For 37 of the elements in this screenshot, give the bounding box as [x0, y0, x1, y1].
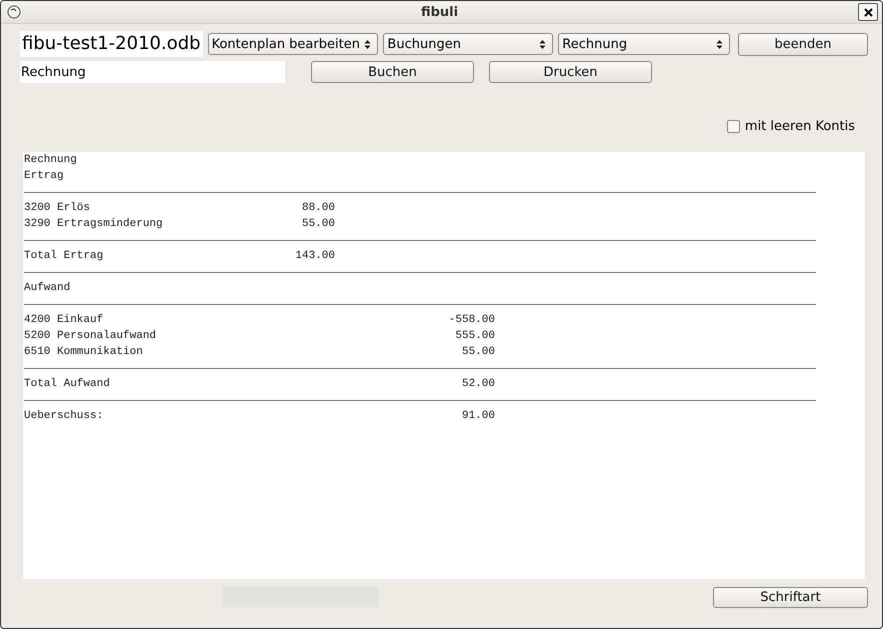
spinner-arrows-icon [539, 38, 546, 50]
account-label: Ueberschuss: [24, 409, 104, 424]
account-label: Total Aufwand [24, 377, 111, 392]
dropdown[interactable]: Rechnung [558, 33, 730, 55]
dropdown[interactable]: Buchungen [383, 33, 554, 55]
spinner-arrows-icon [716, 38, 724, 50]
window-title: fibuli [420, 4, 460, 20]
input-field[interactable]: Rechnung [20, 61, 285, 83]
account-label: 3200 Erlös [24, 201, 92, 216]
account-label: 5200 Personalaufwand [24, 329, 158, 344]
file-name: fibu-test1-2010.odb [20, 31, 203, 57]
close-button[interactable] [858, 3, 878, 21]
report-heading: Rechnung [24, 153, 77, 168]
quit-button[interactable]: beenden [738, 32, 868, 56]
font-button[interactable]: Schriftart [713, 586, 868, 608]
amount: -558.00 [448, 314, 495, 326]
dropdown[interactable]: Kontenplan bearbeiten [208, 33, 378, 55]
close-icon [864, 8, 872, 16]
action-button[interactable]: Buchen [311, 61, 474, 83]
report-heading: Ertrag [24, 169, 64, 184]
amount: 52.00 [462, 378, 495, 390]
account-label: 3290 Ertragsminderung [24, 217, 164, 232]
report-heading: Aufwand [24, 281, 70, 296]
checkbox[interactable] [726, 120, 740, 133]
account-label: 6510 Kommunikation [24, 345, 144, 360]
amount: 55.00 [462, 346, 495, 358]
account-label: 4200 Einkauf [24, 313, 104, 328]
amount: 555.00 [455, 330, 495, 342]
amount: 143.00 [295, 250, 335, 262]
window-menu-icon[interactable] [7, 5, 21, 19]
amount: 91.00 [462, 410, 495, 422]
checkbox-label[interactable]: mit leeren Kontis [744, 119, 855, 134]
amount: 55.00 [302, 218, 335, 230]
account-label: Total Ertrag [24, 249, 104, 264]
action-button[interactable]: Drucken [489, 61, 652, 83]
spinner-arrows-icon [364, 38, 372, 50]
amount: 88.00 [302, 202, 335, 214]
